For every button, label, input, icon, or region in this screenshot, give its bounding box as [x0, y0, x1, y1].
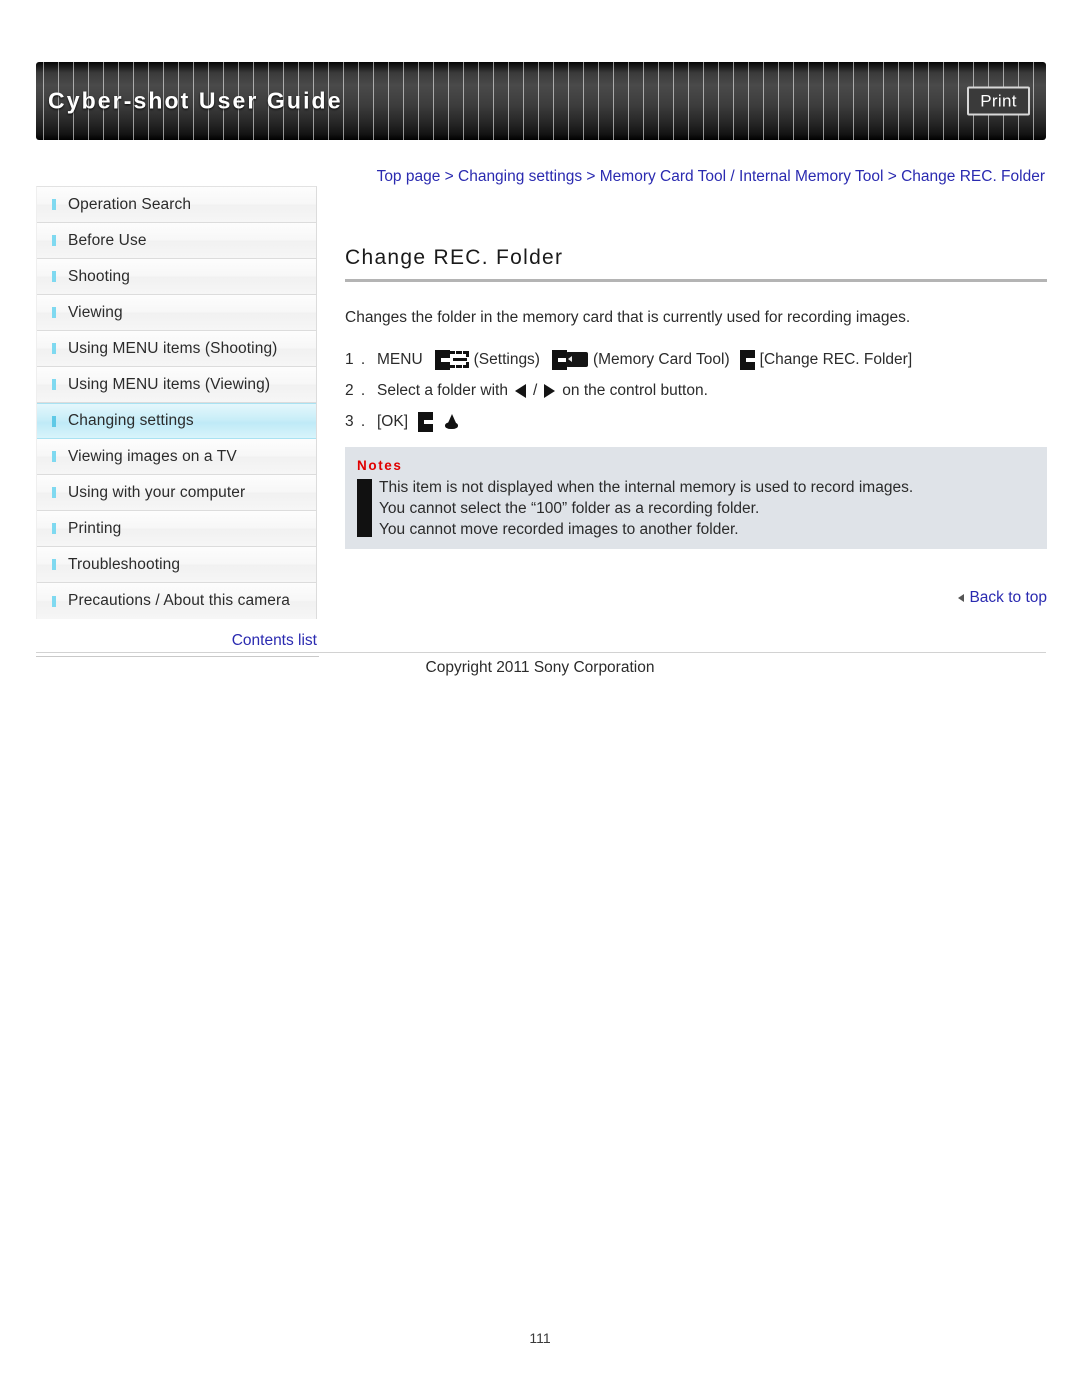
footer-divider: [36, 652, 1046, 653]
sidebar-item-operation-search[interactable]: Operation Search: [37, 187, 316, 223]
notes-box: Notes This item is not displayed when th…: [345, 447, 1047, 549]
main-content: Change REC. Folder Changes the folder in…: [345, 246, 1047, 438]
confirm-drop-icon: [445, 413, 459, 431]
procedure-step: 3 . [OK]: [345, 407, 1047, 438]
sidebar-item-label: Viewing images on a TV: [68, 447, 237, 465]
sidebar-item-viewing[interactable]: Viewing: [37, 295, 316, 331]
step-number: 3 .: [345, 413, 367, 430]
notes-title: Notes: [357, 458, 403, 473]
bullet-icon: [52, 487, 56, 498]
bullet-icon: [52, 595, 56, 607]
bullet-icon: [52, 307, 56, 318]
sidebar-item-label: Using MENU items (Shooting): [68, 339, 278, 357]
bullet-icon: [52, 559, 56, 570]
triangle-left-icon: [958, 593, 965, 602]
back-to-top-label: Back to top: [969, 589, 1047, 606]
page-title: Change REC. Folder: [345, 246, 564, 269]
select-bracket-icon: [739, 350, 755, 370]
step-text: [OK]: [377, 413, 409, 430]
sidebar-item-changing-settings[interactable]: Changing settings: [37, 403, 316, 439]
notes-lines: This item is not displayed when the inte…: [379, 477, 1035, 540]
step-text: /: [532, 382, 538, 399]
procedure-steps: 1 . MENU (Settings) (Memory Card Tool) [Chan…: [345, 345, 1047, 438]
note-line: You cannot select the “100” folder as a …: [379, 500, 760, 517]
step-text: MENU: [377, 351, 423, 368]
sidebar-item-label: Using MENU items (Viewing): [68, 375, 271, 393]
copyright-text: Copyright 2011 Sony Corporation: [425, 659, 655, 676]
settings-menu-icon: [433, 350, 469, 370]
select-bracket-icon: [418, 412, 434, 432]
step-text: (Memory Card Tool): [592, 351, 730, 368]
arrow-right-icon: [544, 384, 556, 398]
procedure-step: 2 . Select a folder with / on the control b…: [345, 376, 1047, 407]
app-title: Cyber-shot User Guide: [48, 87, 343, 114]
sidebar-item-viewing-images-on-a-tv[interactable]: Viewing images on a TV: [37, 439, 316, 475]
note-line: This item is not displayed when the inte…: [379, 479, 914, 496]
step-number: 1 .: [345, 351, 367, 368]
bullet-icon: [52, 343, 56, 354]
bullet-icon: [52, 523, 56, 534]
document-page: Cyber-shot User Guide Print Top page > C…: [0, 0, 1080, 1397]
sidebar-item-using-menu-items-shooting[interactable]: Using MENU items (Shooting): [37, 331, 316, 367]
header-banner: Cyber-shot User Guide Print: [36, 62, 1046, 140]
step-text: on the control button.: [562, 382, 708, 399]
breadcrumb[interactable]: Top page > Changing settings > Memory Ca…: [345, 164, 1045, 189]
step-text: [Change REC. Folder]: [759, 351, 913, 368]
sidebar-item-label: Printing: [68, 519, 122, 537]
sidebar-item-label: Using with your computer: [68, 483, 246, 501]
bullet-icon: [52, 379, 56, 390]
back-to-top-link[interactable]: Back to top: [958, 589, 1047, 607]
contents-list-row: Contents list: [36, 632, 319, 657]
sidebar-item-shooting[interactable]: Shooting: [37, 259, 316, 295]
title-divider: [345, 279, 1047, 282]
sidebar-item-label: Shooting: [68, 267, 130, 285]
bullet-icon: [52, 415, 56, 427]
sidebar-item-label: Before Use: [68, 231, 147, 249]
sidebar-item-label: Viewing: [68, 303, 123, 321]
sidebar-item-printing[interactable]: Printing: [37, 511, 316, 547]
sidebar-item-label: Troubleshooting: [68, 555, 181, 573]
sidebar-item-using-menu-items-viewing[interactable]: Using MENU items (Viewing): [37, 367, 316, 403]
sidebar-item-troubleshooting[interactable]: Troubleshooting: [37, 547, 316, 583]
bullet-icon: [52, 235, 56, 246]
procedure-step: 1 . MENU (Settings) (Memory Card Tool) [Chan…: [345, 345, 1047, 376]
sidebar-item-before-use[interactable]: Before Use: [37, 223, 316, 259]
bullet-icon: [52, 199, 56, 210]
intro-paragraph: Changes the folder in the memory card th…: [345, 309, 911, 326]
note-line: You cannot move recorded images to anoth…: [379, 521, 739, 538]
sidebar-item-label: Changing settings: [68, 412, 194, 429]
print-button[interactable]: Print: [967, 86, 1030, 116]
sidebar-item-precautions-about-this-camera[interactable]: Precautions / About this camera: [37, 583, 316, 619]
contents-list-link[interactable]: Contents list: [232, 632, 317, 649]
sidebar-item-using-with-your-computer[interactable]: Using with your computer: [37, 475, 316, 511]
step-text: Select a folder with: [377, 382, 508, 399]
step-number: 2 .: [345, 382, 367, 399]
memory-card-tool-icon: [550, 350, 588, 370]
bullet-icon: [52, 271, 56, 282]
bullet-icon: [52, 451, 56, 462]
arrow-left-icon: [514, 384, 526, 398]
page-number: 111: [529, 1330, 551, 1346]
step-text: (Settings): [473, 351, 540, 368]
notes-accent-bar: [357, 479, 372, 537]
sidebar-item-label: Precautions / About this camera: [68, 592, 290, 609]
sidebar-item-label: Operation Search: [68, 195, 192, 213]
sidebar-navigation: Operation Search Before Use Shooting Viewin…: [36, 186, 317, 619]
